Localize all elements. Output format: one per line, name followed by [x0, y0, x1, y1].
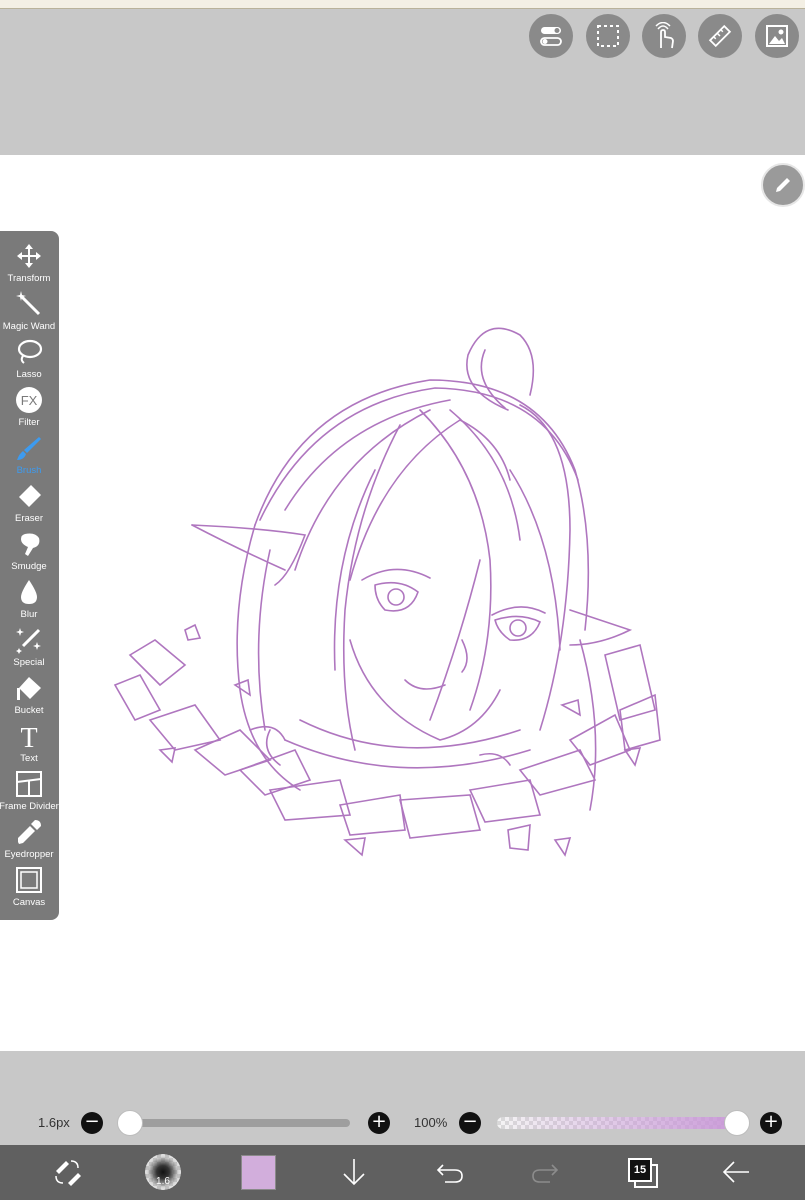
smudge-icon [21, 533, 40, 556]
eraser-icon [19, 485, 41, 507]
tool-special[interactable]: Special [0, 625, 58, 673]
brush-preview: 1.6 [145, 1154, 181, 1190]
tool-eraser[interactable]: Eraser [0, 481, 58, 529]
move-icon [17, 244, 41, 268]
frame-divider-icon [16, 771, 42, 797]
redo-icon [532, 1164, 559, 1183]
tool-transform[interactable]: Transform [0, 241, 58, 289]
tool-label: Magic Wand [2, 321, 56, 332]
tool-label: Transform [7, 273, 51, 284]
save-down-button[interactable] [340, 1150, 368, 1194]
toggle-switches-icon [540, 27, 562, 46]
tool-label: Special [13, 657, 45, 668]
magic-wand-icon [16, 291, 41, 316]
tool-label: Blur [20, 609, 38, 620]
tool-label: Lasso [16, 369, 42, 380]
undo-icon [436, 1164, 463, 1183]
canvas-icon [16, 867, 42, 893]
image-button[interactable] [755, 14, 799, 58]
opacity-increase-button[interactable]: + [760, 1112, 782, 1134]
tool-eyedropper[interactable]: Eyedropper [0, 817, 58, 865]
tool-label: Text [20, 753, 38, 764]
tool-label: Smudge [11, 561, 47, 572]
special-brush-icon [16, 628, 41, 654]
layers-button[interactable]: 15 [627, 1150, 658, 1194]
undo-button[interactable] [435, 1150, 465, 1194]
brush-preview-button[interactable]: 1.6 [145, 1150, 181, 1194]
brush-eraser-swap-icon [55, 1160, 81, 1186]
redo-button[interactable] [530, 1150, 560, 1194]
tool-label: Canvas [12, 897, 46, 908]
tool-label: Frame Divider [0, 801, 59, 812]
fx-icon: FX [16, 387, 42, 413]
opacity-decrease-button[interactable]: − [459, 1112, 481, 1134]
arrow-left-icon [722, 1161, 749, 1183]
tool-text[interactable]: T Text [0, 721, 58, 769]
back-button[interactable] [720, 1150, 752, 1194]
tool-frame-divider[interactable]: Frame Divider [0, 769, 59, 817]
text-icon: T [20, 723, 37, 750]
brush-icon [17, 437, 41, 460]
tool-label: Eraser [15, 513, 43, 524]
status-strip [0, 0, 805, 9]
lasso-icon [17, 339, 43, 364]
brush-size-handle[interactable] [117, 1110, 143, 1136]
ruler-icon [708, 24, 732, 48]
pencil-icon [776, 178, 790, 192]
top-panel [0, 9, 805, 155]
drop-icon [21, 580, 37, 604]
opacity-value: 100% [414, 1115, 448, 1130]
tool-label: Brush [16, 465, 42, 476]
svg-text:T: T [20, 723, 37, 750]
tool-filter[interactable]: FX Filter [0, 385, 58, 433]
brush-size-slider[interactable] [128, 1119, 350, 1127]
brush-preview-size: 1.6 [156, 1176, 170, 1187]
tool-lasso[interactable]: Lasso [0, 337, 58, 385]
color-swatch-button[interactable] [241, 1150, 276, 1194]
touch-gesture-icon [655, 22, 674, 49]
tool-label: Eyedropper [4, 849, 54, 860]
ruler-button[interactable] [698, 14, 742, 58]
selection-icon [597, 25, 619, 47]
tool-blur[interactable]: Blur [0, 577, 58, 625]
pen-mode-button[interactable] [761, 163, 805, 207]
tool-brush[interactable]: Brush [0, 433, 58, 481]
toggle-switches-button[interactable] [529, 14, 573, 58]
tool-canvas[interactable]: Canvas [0, 865, 58, 913]
layers-icon: 15 [628, 1158, 658, 1188]
layer-count: 15 [628, 1158, 652, 1182]
tool-bucket[interactable]: Bucket [0, 673, 58, 721]
brush-eraser-switch-button[interactable] [50, 1150, 84, 1194]
current-color-swatch [241, 1154, 276, 1190]
tool-magic-wand[interactable]: Magic Wand [0, 289, 58, 337]
opacity-slider[interactable] [497, 1117, 737, 1129]
selection-button[interactable] [586, 14, 630, 58]
opacity-handle[interactable] [724, 1110, 750, 1136]
brush-size-value: 1.6px [38, 1115, 70, 1130]
touch-gesture-button[interactable] [642, 14, 686, 58]
bucket-icon [17, 677, 41, 700]
arrow-down-icon [343, 1159, 365, 1186]
size-decrease-button[interactable]: − [81, 1112, 103, 1134]
sketch-artwork [113, 327, 661, 857]
eyedropper-icon [18, 820, 41, 844]
tool-label: Filter [18, 417, 40, 428]
tool-palette: Transform Magic Wand Lasso FX Filter Bru… [0, 231, 59, 920]
bottom-action-bar [0, 1145, 805, 1200]
size-increase-button[interactable]: + [368, 1112, 390, 1134]
svg-text:FX: FX [21, 393, 38, 408]
tool-smudge[interactable]: Smudge [0, 529, 58, 577]
tool-label: Bucket [14, 705, 44, 716]
image-icon [766, 25, 788, 47]
